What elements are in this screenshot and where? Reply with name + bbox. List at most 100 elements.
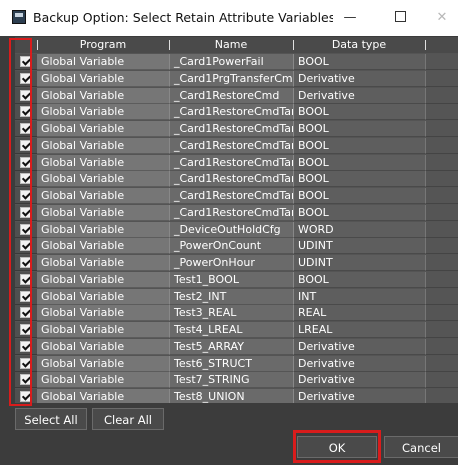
table-row[interactable]: Global Variable Test4_LREAL LREAL xyxy=(15,322,458,339)
program-cell: Global Variable xyxy=(37,137,169,154)
table-row[interactable]: Global Variable _Card1PowerFail BOOL xyxy=(15,54,458,70)
table-row[interactable]: Global Variable _Card1RestoreCmdTar BOOL xyxy=(15,121,458,138)
column-header-program[interactable]: Program xyxy=(37,37,169,53)
minimize-button[interactable]: — xyxy=(328,0,372,36)
table-row[interactable]: Global Variable _Card1RestoreCmdTar BOOL xyxy=(15,188,458,205)
empty-cell xyxy=(425,87,458,104)
name-cell: Test6_STRUCT xyxy=(169,355,293,372)
empty-cell xyxy=(425,355,458,372)
table-row[interactable]: Global Variable _PowerOnHour UDINT xyxy=(15,255,458,272)
name-cell: Test7_STRING xyxy=(169,372,293,389)
name-cell: Test5_ARRAY xyxy=(169,338,293,355)
program-cell: Global Variable xyxy=(37,288,169,305)
table-row[interactable]: Global Variable Test2_INT INT xyxy=(15,288,458,305)
program-cell: Global Variable xyxy=(37,204,169,221)
data-type-cell: Derivative xyxy=(293,87,425,104)
empty-cell xyxy=(425,54,458,70)
table-row[interactable]: Global Variable _Card1RestoreCmdTar BOOL xyxy=(15,137,458,154)
select-all-button[interactable]: Select All xyxy=(15,408,87,430)
table-row[interactable]: Global Variable _Card1RestoreCmdTar BOOL xyxy=(15,154,458,171)
checkbox-column-highlight xyxy=(9,38,32,406)
cancel-button[interactable]: Cancel xyxy=(384,436,458,458)
empty-cell xyxy=(425,305,458,322)
empty-cell xyxy=(425,70,458,87)
data-type-cell: Derivative xyxy=(293,389,425,403)
clear-all-button[interactable]: Clear All xyxy=(92,408,164,430)
data-type-cell: Derivative xyxy=(293,355,425,372)
table-row[interactable]: Global Variable _PowerOnCount UDINT xyxy=(15,238,458,255)
maximize-button[interactable] xyxy=(378,0,422,36)
table-row[interactable]: Global Variable _Card1RestoreCmdTar BOOL xyxy=(15,171,458,188)
name-cell: _Card1RestoreCmdTar xyxy=(169,104,293,121)
close-button[interactable]: ✕ xyxy=(420,0,458,36)
data-type-cell: BOOL xyxy=(293,121,425,138)
program-cell: Global Variable xyxy=(37,171,169,188)
program-cell: Global Variable xyxy=(37,372,169,389)
empty-cell xyxy=(425,288,458,305)
data-type-cell: Derivative xyxy=(293,338,425,355)
data-type-cell: BOOL xyxy=(293,104,425,121)
program-cell: Global Variable xyxy=(37,338,169,355)
data-type-cell: LREAL xyxy=(293,322,425,339)
table-row[interactable]: Global Variable Test6_STRUCT Derivative xyxy=(15,355,458,372)
table-row[interactable]: Global Variable Test1_BOOL BOOL xyxy=(15,271,458,288)
table-row[interactable]: Global Variable Test8_UNION Derivative xyxy=(15,389,458,403)
variables-table: Program Name Data type Global Variable _C… xyxy=(15,37,458,403)
data-type-cell: BOOL xyxy=(293,271,425,288)
data-type-cell: BOOL xyxy=(293,54,425,70)
program-cell: Global Variable xyxy=(37,104,169,121)
table-row[interactable]: Global Variable _Card1RestoreCmdTar BOOL xyxy=(15,204,458,221)
table-row[interactable]: Global Variable _Card1RestoreCmdTar BOOL xyxy=(15,104,458,121)
column-header-name[interactable]: Name xyxy=(169,37,293,53)
empty-cell xyxy=(425,372,458,389)
data-type-cell: UDINT xyxy=(293,238,425,255)
name-cell: Test8_UNION xyxy=(169,389,293,403)
empty-cell xyxy=(425,338,458,355)
ok-button-highlight xyxy=(293,430,381,463)
data-type-cell: BOOL xyxy=(293,188,425,205)
program-cell: Global Variable xyxy=(37,255,169,272)
empty-cell xyxy=(425,204,458,221)
program-cell: Global Variable xyxy=(37,238,169,255)
table-row[interactable]: Global Variable Test3_REAL REAL xyxy=(15,305,458,322)
data-type-cell: REAL xyxy=(293,305,425,322)
name-cell: _DeviceOutHoldCfg xyxy=(169,221,293,238)
data-type-cell: WORD xyxy=(293,221,425,238)
data-type-cell: BOOL xyxy=(293,154,425,171)
empty-cell xyxy=(425,322,458,339)
empty-cell xyxy=(425,188,458,205)
name-cell: _Card1RestoreCmdTar xyxy=(169,171,293,188)
empty-cell xyxy=(425,121,458,138)
table-row[interactable]: Global Variable _DeviceOutHoldCfg WORD xyxy=(15,221,458,238)
table-row[interactable]: Global Variable Test7_STRING Derivative xyxy=(15,372,458,389)
program-cell: Global Variable xyxy=(37,305,169,322)
column-header-data-type[interactable]: Data type xyxy=(293,37,425,53)
empty-cell xyxy=(425,171,458,188)
table-row[interactable]: Global Variable Test5_ARRAY Derivative xyxy=(15,338,458,355)
name-cell: _Card1RestoreCmdTar xyxy=(169,154,293,171)
program-cell: Global Variable xyxy=(37,54,169,70)
empty-cell xyxy=(425,255,458,272)
name-cell: _Card1RestoreCmd xyxy=(169,87,293,104)
column-divider xyxy=(37,40,38,50)
program-cell: Global Variable xyxy=(37,70,169,87)
program-cell: Global Variable xyxy=(37,221,169,238)
window-title: Backup Option: Select Retain Attribute V… xyxy=(33,10,333,25)
name-cell: _PowerOnHour xyxy=(169,255,293,272)
name-cell: _Card1RestoreCmdTar xyxy=(169,137,293,154)
title-bar: Backup Option: Select Retain Attribute V… xyxy=(0,0,458,36)
column-divider[interactable] xyxy=(425,40,426,50)
empty-cell xyxy=(425,238,458,255)
empty-cell xyxy=(425,271,458,288)
data-type-cell: BOOL xyxy=(293,137,425,154)
table-header: Program Name Data type xyxy=(15,37,458,53)
app-icon xyxy=(12,10,26,24)
table-row[interactable]: Global Variable _Card1PrgTransferCmc Deriv… xyxy=(15,70,458,87)
program-cell: Global Variable xyxy=(37,389,169,403)
name-cell: Test2_INT xyxy=(169,288,293,305)
table-row[interactable]: Global Variable _Card1RestoreCmd Derivativ… xyxy=(15,87,458,104)
program-cell: Global Variable xyxy=(37,87,169,104)
name-cell: Test3_REAL xyxy=(169,305,293,322)
program-cell: Global Variable xyxy=(37,355,169,372)
maximize-icon xyxy=(394,10,406,22)
